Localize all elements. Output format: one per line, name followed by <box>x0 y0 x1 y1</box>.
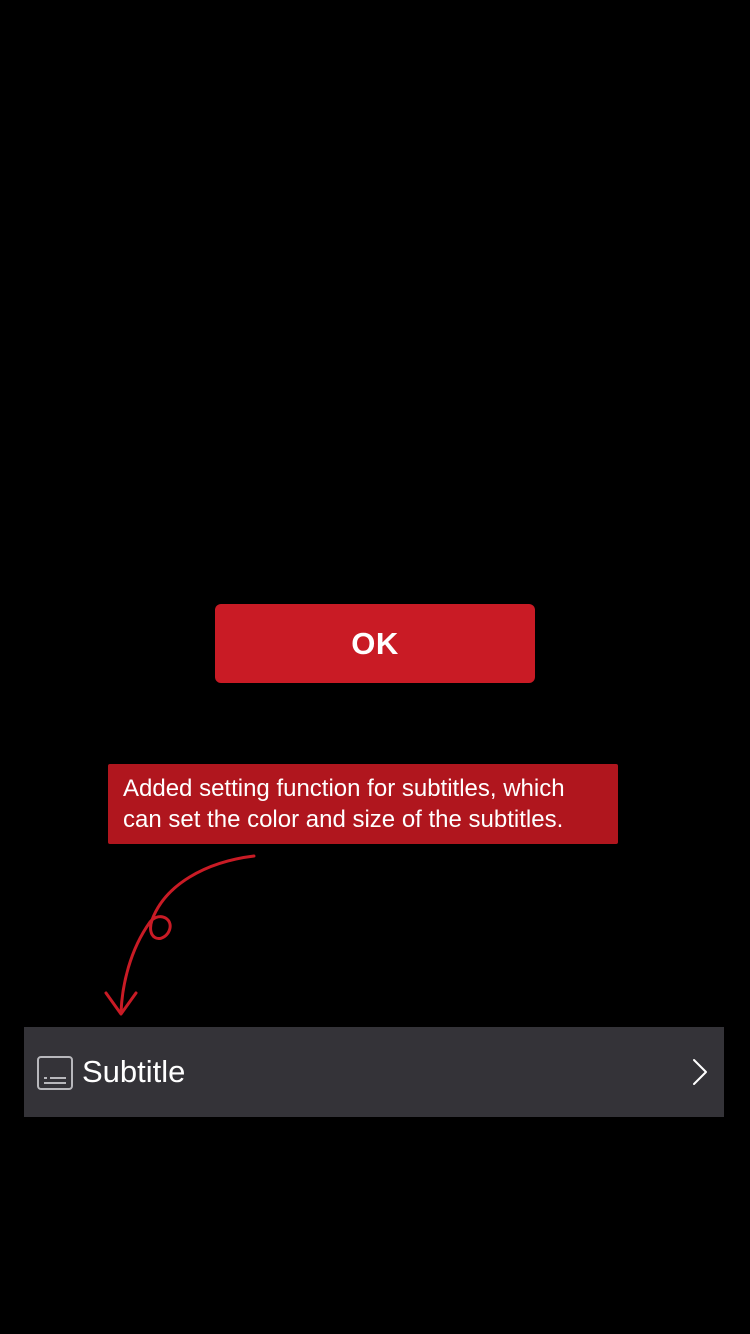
subtitle-icon <box>37 1056 73 1090</box>
settings-row-label: Subtitle <box>82 1054 186 1089</box>
feature-callout: Added setting function for subtitles, wh… <box>108 764 618 844</box>
settings-row-subtitle[interactable]: Subtitle <box>24 1027 724 1117</box>
chevron-right-icon <box>693 1059 707 1085</box>
callout-text-line-2: can set the color and size of the subtit… <box>123 806 564 833</box>
callout-text-line-1: Added setting function for subtitles, wh… <box>123 775 565 802</box>
ok-button[interactable]: OK <box>215 604 535 683</box>
